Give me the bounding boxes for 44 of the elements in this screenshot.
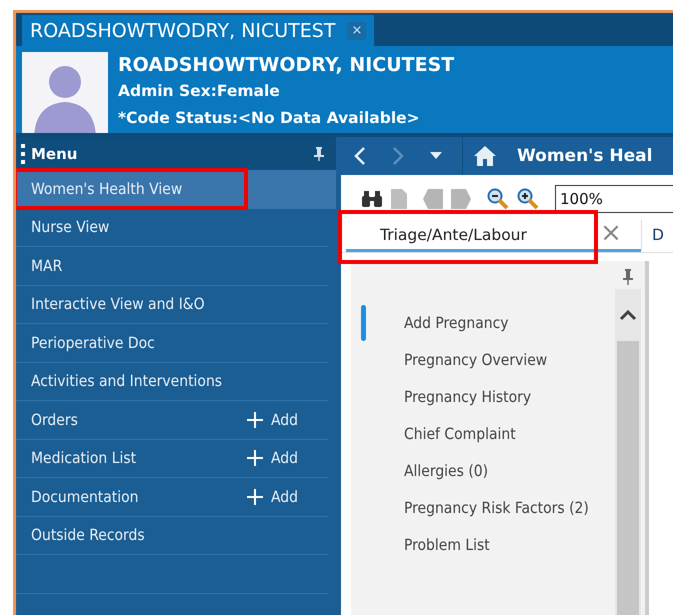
menu-item[interactable]: Medication List Add [16,440,328,478]
section-link[interactable]: Chief Complaint [404,424,589,444]
document-tab[interactable]: D [641,220,664,252]
plus-icon [247,412,264,428]
menu-item[interactable]: Perioperative Doc [16,324,328,362]
code-status-text: *Code Status:<No Data Available> [118,108,421,129]
pin-icon[interactable] [623,269,633,285]
zoom-out-icon[interactable] [487,188,509,210]
close-tab-button[interactable]: × [581,217,641,252]
patient-name: ROADSHOWTWODRY, NICUTEST [118,53,454,78]
patient-tab-label: ROADSHOWTWODRY, NICUTEST [30,20,336,42]
zoom-field[interactable]: 100% [555,185,673,213]
menu-item[interactable]: MAR [16,247,328,286]
menu-item[interactable]: Nurse View [16,208,328,247]
section-link[interactable]: Allergies (0) [404,461,589,481]
scroll-bar[interactable] [615,289,641,615]
pin-icon[interactable] [314,146,324,160]
home-icon[interactable] [473,145,497,167]
zoom-in-icon[interactable] [517,188,539,210]
add-link[interactable]: Add [247,488,298,506]
plus-icon [247,488,264,505]
grip-icon[interactable] [21,144,25,164]
scroll-up-icon[interactable] [619,309,637,321]
section-link[interactable]: Add Pregnancy [404,313,589,333]
section-link[interactable]: Pregnancy Overview [404,350,589,370]
binoculars-icon[interactable] [361,190,383,208]
menu-title: Menu [31,144,78,162]
menu-item[interactable]: Orders Add [16,401,328,440]
add-link[interactable]: Add [247,410,298,429]
menu-item[interactable]: Interactive View and I&O [16,286,328,324]
dropdown-caret-icon[interactable] [430,152,442,160]
page-title: Women's Heal [517,146,652,166]
section-link[interactable]: Problem List [404,535,589,555]
menu-item[interactable]: Outside Records [16,516,328,555]
menu-item[interactable]: Documentation Add [16,478,328,516]
section-link[interactable]: Pregnancy Risk Factors (2) [404,498,589,518]
patient-tab[interactable]: ROADSHOWTWODRY, NICUTEST × [22,15,374,46]
plus-icon [247,450,264,466]
menu-item[interactable]: Activities and Interventions [16,362,328,401]
section-link[interactable]: Pregnancy History [404,387,589,407]
add-link[interactable]: Add [247,449,298,468]
admin-sex-text: Admin Sex:Female [118,81,281,102]
close-button[interactable]: × [347,22,366,40]
back-icon[interactable] [354,146,366,166]
